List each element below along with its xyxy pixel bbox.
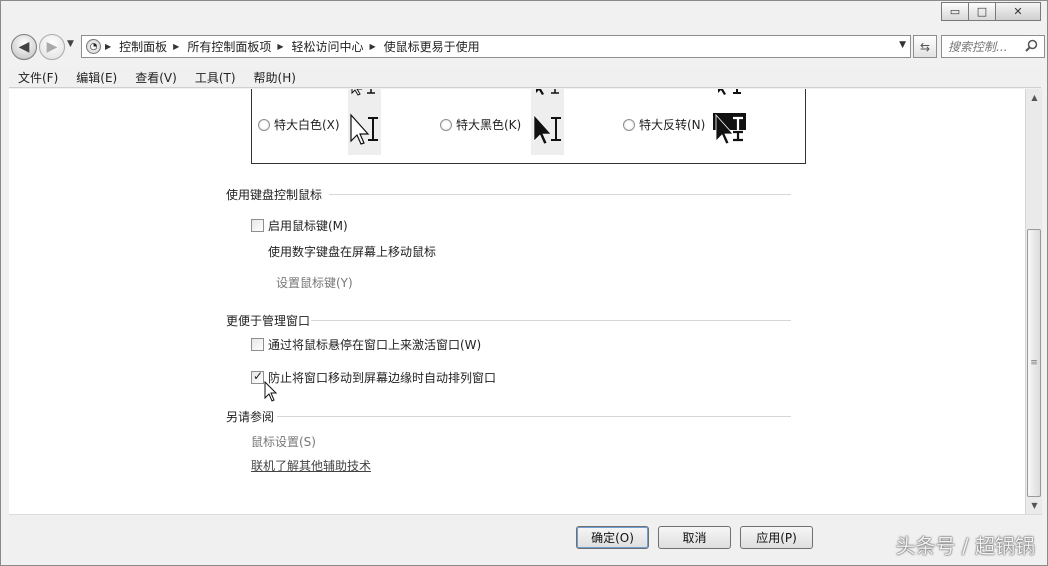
scheme-option-white[interactable]: 特大白色(X) — [258, 116, 340, 133]
mouse-settings-link[interactable]: 鼠标设置(S) — [251, 433, 316, 450]
watermark: 头条号 / 超锅锅 — [895, 534, 1035, 558]
breadcrumb-separator-icon: ▶ — [105, 42, 112, 51]
radio-white[interactable] — [258, 118, 270, 131]
grip-icon: ≡ — [1030, 358, 1038, 368]
apply-button[interactable]: 应用(P) — [740, 526, 813, 549]
menu-view[interactable]: 查看(V) — [126, 69, 186, 86]
breadcrumb-ease-of-access[interactable]: 轻松访问中心 ▶ — [292, 38, 384, 55]
cancel-button[interactable]: 取消 — [658, 526, 731, 549]
address-dropdown-icon[interactable]: ▼ — [899, 40, 906, 50]
hover-activate-checkbox[interactable] — [251, 338, 264, 351]
setup-mouse-keys-link[interactable]: 设置鼠标键(Y) — [276, 274, 353, 291]
mouse-pointer-icon — [264, 381, 278, 402]
dialog-footer: 确定(O) 取消 应用(P) — [9, 514, 1042, 561]
prevent-snap-checkbox[interactable] — [251, 369, 264, 384]
white-pointer-icon — [350, 89, 378, 145]
breadcrumb-separator-icon: ▶ — [173, 42, 180, 51]
forward-button[interactable]: ▶ — [39, 34, 65, 60]
breadcrumb-current-page[interactable]: 使鼠标更易于使用 — [384, 38, 480, 55]
divider — [311, 320, 791, 321]
hover-activate-row[interactable]: 通过将鼠标悬停在窗口上来激活窗口(W) — [251, 336, 481, 353]
maximize-button[interactable]: □ — [968, 2, 996, 21]
menu-bar: 文件(F) 编辑(E) 查看(V) 工具(T) 帮助(H) — [9, 67, 1041, 88]
menu-tools[interactable]: 工具(T) — [186, 69, 245, 86]
breadcrumb-all-items[interactable]: 所有控制面板项 ▶ — [187, 38, 291, 55]
radio-black[interactable] — [440, 118, 452, 131]
menu-edit[interactable]: 编辑(E) — [67, 69, 126, 86]
chevron-down-icon: ▼ — [67, 39, 74, 49]
mouse-keys-description: 使用数字键盘在屏幕上移动鼠标 — [268, 245, 437, 259]
menu-file[interactable]: 文件(F) — [9, 69, 67, 86]
minimize-button[interactable]: ▭ — [941, 2, 969, 21]
recent-pages-dropdown[interactable]: ▼ — [67, 39, 74, 49]
divider — [329, 194, 791, 195]
scroll-down-icon[interactable]: ▼ — [1026, 497, 1043, 514]
vertical-scrollbar[interactable]: ▲ ≡ ▼ — [1025, 89, 1042, 514]
search-icon[interactable] — [1025, 39, 1038, 52]
minimize-icon: ▭ — [949, 5, 961, 18]
white-pointer-preview — [348, 89, 381, 155]
keyboard-section-heading: 使用键盘控制鼠标 — [226, 188, 323, 202]
online-assistive-tech-link[interactable]: 联机了解其他辅助技术 — [251, 457, 371, 474]
maximize-icon: □ — [976, 5, 988, 18]
inverted-pointer-preview — [713, 89, 746, 155]
content-pane: 特大白色(X) 特大黑色(K) 特大反转(N) 使用键盘控制鼠标 启用鼠标键(M… — [9, 89, 1025, 514]
ok-button[interactable]: 确定(O) — [576, 526, 649, 549]
caption-buttons: ▭ □ ✕ — [941, 2, 1041, 21]
control-panel-icon: ◔ — [86, 39, 101, 54]
black-pointer-preview — [531, 89, 564, 155]
window-section-heading: 更便于管理窗口 — [226, 314, 311, 328]
control-panel-window: ▭ □ ✕ ◀ ▶ ▼ ◔ ▶ 控制面板 ▶ 所有控制面板项 ▶ 轻松访问中心 … — [0, 0, 1048, 566]
scroll-up-icon[interactable]: ▲ — [1026, 89, 1043, 106]
pointer-scheme-box: 特大白色(X) 特大黑色(K) 特大反转(N) — [251, 89, 806, 164]
breadcrumb-separator-icon: ▶ — [277, 42, 284, 51]
radio-inverted[interactable] — [623, 118, 635, 131]
scrollbar-thumb[interactable]: ≡ — [1027, 229, 1041, 497]
breadcrumb-start-arrow[interactable]: ▶ — [105, 42, 119, 51]
search-box[interactable] — [941, 35, 1045, 58]
forward-arrow-icon: ▶ — [46, 39, 58, 55]
enable-mouse-keys-checkbox[interactable] — [251, 219, 264, 232]
breadcrumb-separator-icon: ▶ — [369, 42, 376, 51]
back-arrow-icon: ◀ — [18, 39, 30, 55]
search-input[interactable] — [948, 39, 1022, 54]
address-bar[interactable]: ◔ ▶ 控制面板 ▶ 所有控制面板项 ▶ 轻松访问中心 ▶ 使鼠标更易于使用 ▼ — [81, 35, 911, 58]
divider — [277, 416, 791, 417]
refresh-button[interactable]: ⇆ — [913, 35, 937, 58]
breadcrumb-control-panel[interactable]: 控制面板 ▶ — [119, 38, 187, 55]
scheme-option-inverted[interactable]: 特大反转(N) — [623, 116, 705, 133]
enable-mouse-keys-row[interactable]: 启用鼠标键(M) — [251, 217, 348, 234]
scheme-option-black[interactable]: 特大黑色(K) — [440, 116, 521, 133]
refresh-icon: ⇆ — [919, 39, 931, 54]
see-also-heading: 另请参阅 — [226, 410, 275, 424]
black-pointer-icon — [533, 89, 561, 145]
close-button[interactable]: ✕ — [995, 2, 1041, 21]
menu-help[interactable]: 帮助(H) — [245, 69, 305, 86]
prevent-snap-row[interactable]: 防止将窗口移动到屏幕边缘时自动排列窗口 — [251, 369, 496, 386]
inverted-pointer-icon — [713, 89, 746, 145]
close-icon: ✕ — [1013, 5, 1023, 18]
back-button[interactable]: ◀ — [11, 34, 37, 60]
navigation-bar: ◀ ▶ ▼ ◔ ▶ 控制面板 ▶ 所有控制面板项 ▶ 轻松访问中心 ▶ 使鼠标更易于使… — [9, 32, 1045, 60]
